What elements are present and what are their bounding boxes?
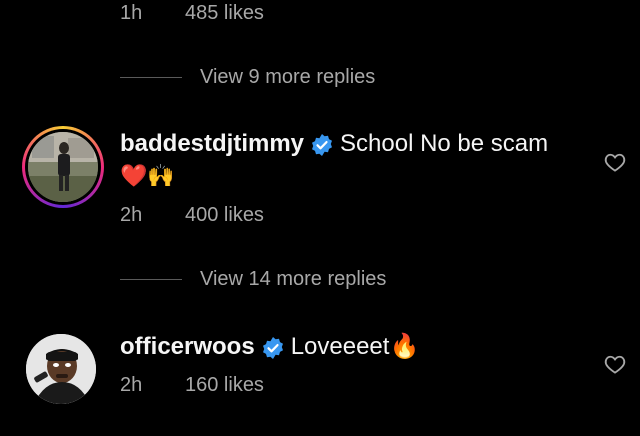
comment-username[interactable]: officerwoos: [120, 333, 255, 360]
comment-likes[interactable]: 485 likes: [185, 2, 264, 25]
avatar-photo-icon: [28, 132, 98, 202]
comment-item: baddestdjtimmy School No be scam ❤️🙌 2h …: [0, 122, 640, 242]
heart-outline-icon[interactable]: [604, 354, 626, 374]
comment-text: Loveeeet🔥: [290, 333, 420, 360]
divider-line: [120, 279, 182, 280]
heart-outline-icon[interactable]: [604, 152, 626, 172]
divider-line: [120, 77, 182, 78]
avatar: [28, 132, 98, 202]
verified-badge-icon: [312, 133, 333, 156]
comment-emoji-line: ❤️🙌: [120, 164, 175, 189]
comment-time: 2h: [120, 374, 143, 396]
verified-badge-icon: [262, 336, 283, 359]
avatar-story-ring[interactable]: [22, 126, 104, 208]
comment-likes[interactable]: 400 likes: [185, 204, 264, 227]
comment-meta: 2h 400 likes: [0, 202, 640, 232]
comment-item: officerwoos Loveeeet🔥 2h 160 likes: [0, 328, 640, 428]
comment-time: 2h: [120, 204, 143, 226]
comment-time: 1h: [120, 2, 143, 24]
comment-text: School No be scam: [340, 130, 549, 157]
view-more-replies-button[interactable]: View 9 more replies: [120, 66, 375, 89]
previous-comment-meta: 1h 485 likes: [0, 0, 640, 30]
comment-meta: 2h 160 likes: [0, 372, 640, 402]
comment-likes[interactable]: 160 likes: [185, 374, 264, 397]
comment-username[interactable]: baddestdjtimmy: [120, 130, 304, 157]
view-more-label: View 9 more replies: [200, 66, 376, 88]
view-more-replies-button[interactable]: View 14 more replies: [120, 268, 386, 291]
view-more-label: View 14 more replies: [200, 268, 387, 290]
